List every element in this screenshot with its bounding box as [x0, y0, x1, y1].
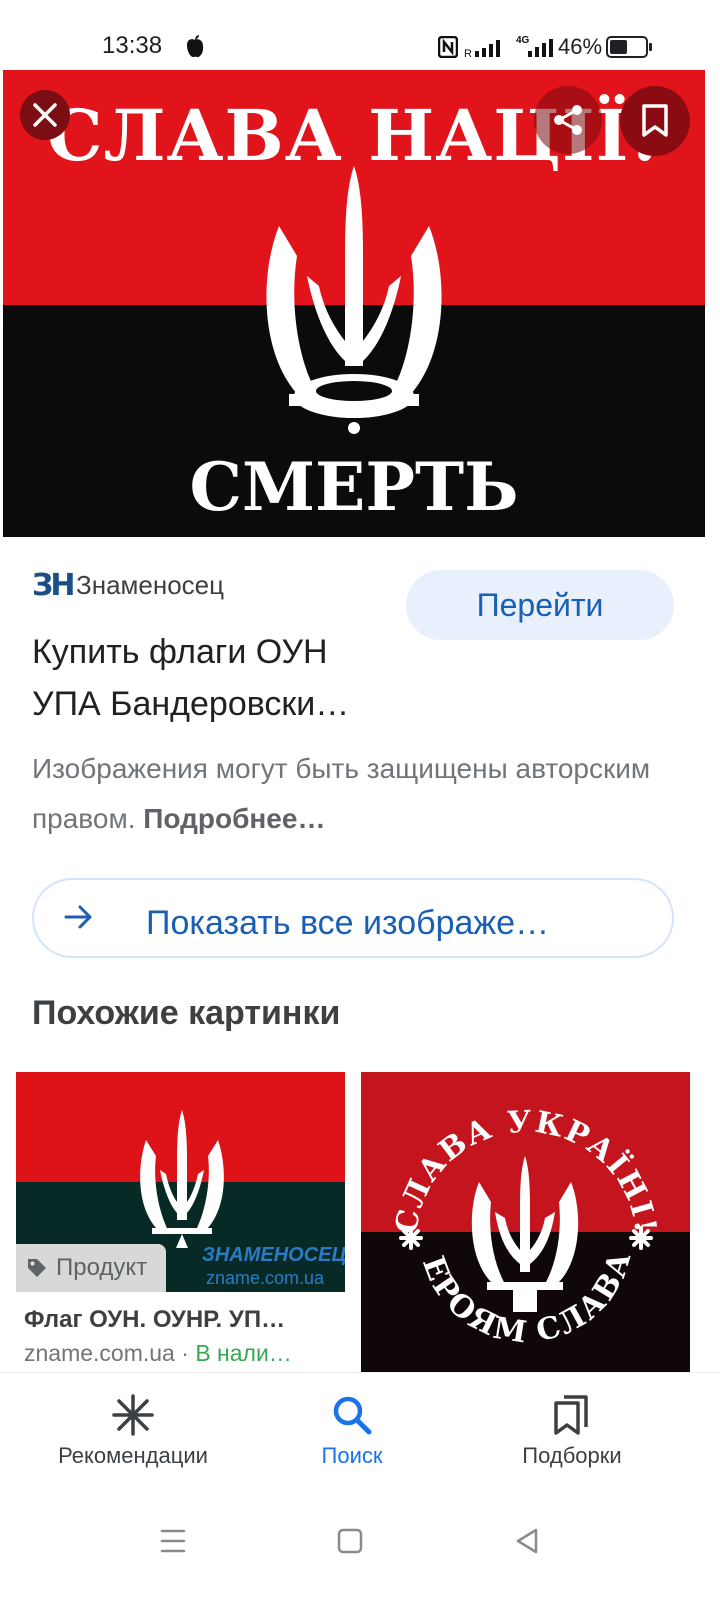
- search-icon: [333, 1396, 372, 1435]
- asterisk-icon: [112, 1394, 154, 1436]
- arrow-right-icon: [64, 905, 92, 929]
- result-title[interactable]: Купить флаги ОУН УПА Бандеровски…: [32, 626, 432, 730]
- status-time: 13:38: [102, 32, 163, 59]
- similar-image-2-artwork: СЛАВА УКРАЇНІ! ГЕРОЯМ СЛАВА!: [361, 1072, 661, 1351]
- product-badge: Продукт: [16, 1244, 166, 1292]
- similar-image-1-source: zname.com.ua · В нали…: [24, 1340, 292, 1367]
- battery-icon: [606, 36, 652, 58]
- menu-icon[interactable]: [148, 1516, 198, 1566]
- separator: ·: [181, 1340, 189, 1366]
- watermark-brand: ЗНАМЕНОСЕЦ: [202, 1244, 345, 1266]
- home-icon[interactable]: [325, 1516, 375, 1566]
- nfc-icon: [438, 36, 458, 58]
- close-icon: [33, 103, 57, 127]
- share-icon: [554, 105, 582, 135]
- bottom-navigation: Рекомендации Поиск Подборки: [0, 1372, 720, 1502]
- svg-text:R: R: [464, 48, 472, 58]
- result-title-line-2: УПА Бандеровски…: [32, 685, 350, 723]
- battery-percent: 46%: [558, 34, 603, 59]
- result-title-line-1: Купить флаги ОУН: [32, 633, 328, 671]
- collections-icon: [554, 1395, 588, 1435]
- close-button[interactable]: [20, 90, 70, 140]
- back-icon[interactable]: [502, 1516, 552, 1566]
- similar-image-2[interactable]: СЛАВА УКРАЇНІ! ГЕРОЯМ СЛАВА!: [361, 1072, 690, 1372]
- signal-roaming-icon: R: [464, 40, 500, 58]
- source-logo: ЗН: [32, 568, 75, 603]
- trident-emblem: [266, 166, 442, 434]
- trident-emblem: [140, 1110, 224, 1248]
- tag-icon: [28, 1259, 46, 1277]
- signal-4g-icon: 4G: [516, 35, 553, 57]
- nav-item-collections[interactable]: Подборки: [452, 1373, 692, 1503]
- similar-image-1-title[interactable]: Флаг ОУН. ОУНР. УП…: [24, 1306, 344, 1334]
- apple-icon: [187, 35, 204, 58]
- show-all-images-label: Показать все изображе…: [146, 904, 550, 942]
- show-all-images-button[interactable]: Показать все изображе…: [32, 878, 674, 958]
- copyright-more-link[interactable]: Подробнее…: [143, 803, 325, 834]
- hero-top-text: СЛАВА НАЦІЇ!: [46, 94, 662, 177]
- copyright-text: Изображения могут быть защищены авторски…: [32, 753, 651, 834]
- hero-image[interactable]: СЛАВА НАЦІЇ! СМЕРТЬ ВОРОГАМ!: [3, 70, 705, 537]
- network-type: 4G: [516, 35, 530, 46]
- nav-item-search[interactable]: Поиск: [232, 1373, 472, 1503]
- bookmark-icon: [642, 104, 668, 137]
- product-badge-label: Продукт: [56, 1254, 148, 1281]
- nav-label-collections: Подборки: [522, 1443, 622, 1468]
- nav-label-search: Поиск: [321, 1443, 383, 1468]
- share-button[interactable]: [534, 86, 602, 154]
- similar-image-1-domain: zname.com.ua: [24, 1340, 175, 1366]
- source-name[interactable]: Знаменосец: [76, 570, 224, 601]
- stock-status: В нали…: [195, 1340, 292, 1366]
- similar-images-heading: Похожие картинки: [32, 994, 341, 1032]
- goto-button[interactable]: Перейти: [406, 570, 674, 640]
- watermark-site: zname.com.ua: [206, 1268, 325, 1288]
- bookmark-button[interactable]: [620, 86, 690, 156]
- hero-bottom-text: СМЕРТЬ ВОРОГАМ!: [143, 448, 565, 537]
- nav-label-recommendations: Рекомендации: [58, 1443, 208, 1468]
- nav-item-recommendations[interactable]: Рекомендации: [13, 1373, 253, 1503]
- system-navigation-bar: [0, 1502, 720, 1600]
- copyright-notice: Изображения могут быть защищены авторски…: [32, 744, 692, 844]
- status-bar: 13:38 R 4G 46%: [0, 0, 720, 70]
